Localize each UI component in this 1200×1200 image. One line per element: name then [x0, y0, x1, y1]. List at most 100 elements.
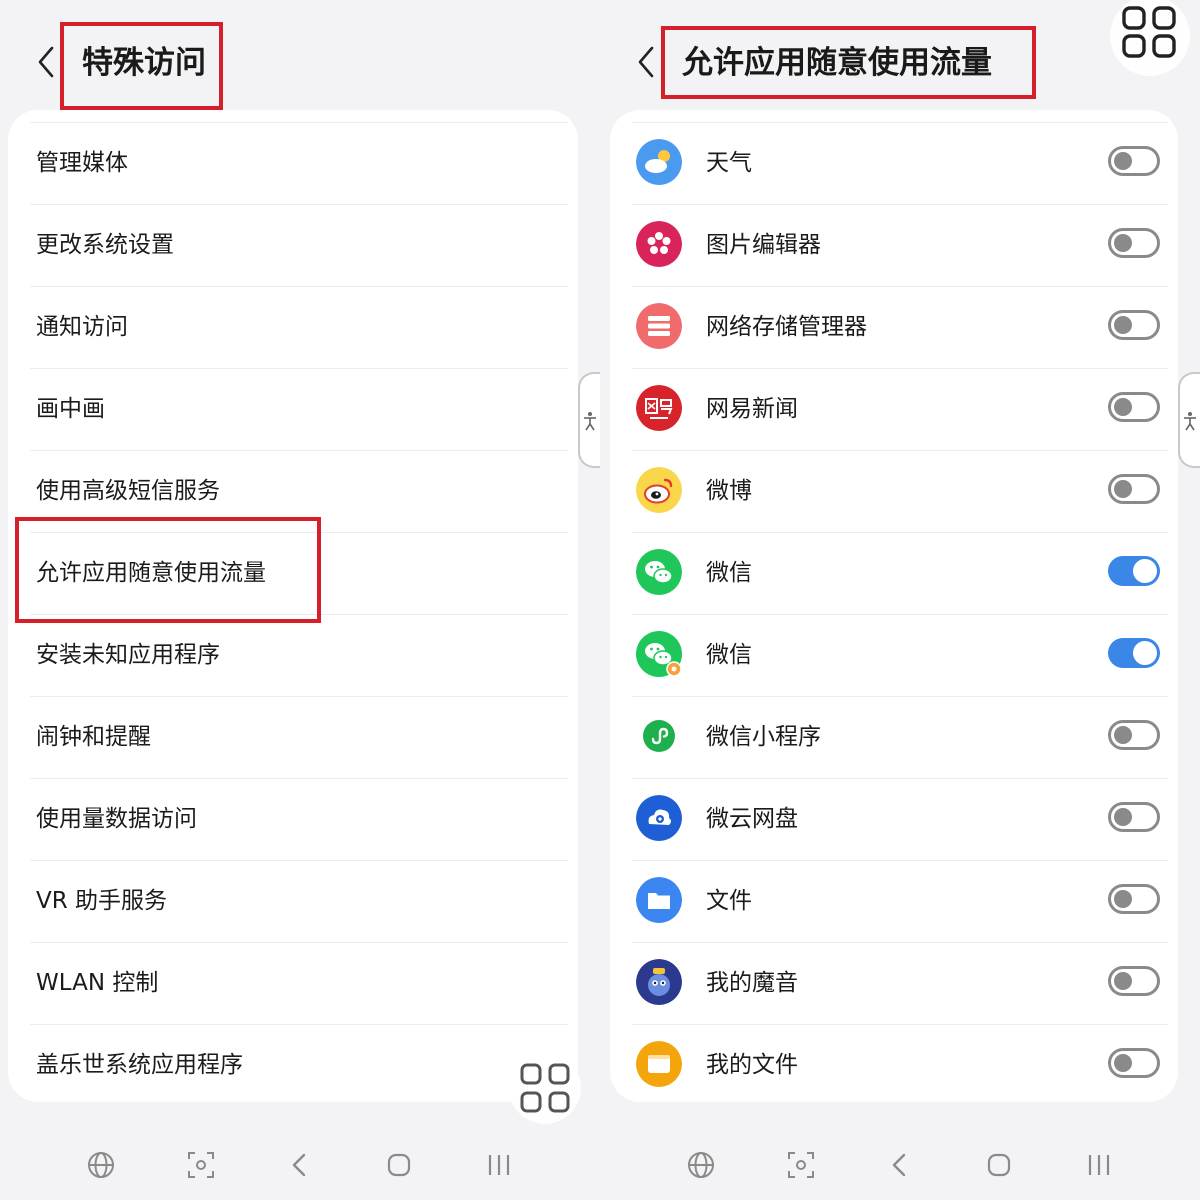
network-storage-app-icon	[636, 303, 682, 349]
netease-news-app-icon	[636, 385, 682, 431]
app-data-usage-list: 天气 图片编辑器 网络存储管理器 网易新闻 微博 微信 微信 微信小程序 微云网…	[610, 110, 1178, 1102]
menu-item-modify-system-settings[interactable]: 更改系统设置	[8, 204, 578, 286]
app-row-my-files[interactable]: 我的文件	[610, 1024, 1178, 1102]
app-name: 我的文件	[706, 1052, 798, 1078]
recents-button[interactable]	[481, 1147, 517, 1183]
menu-item-label: 盖乐世系统应用程序	[36, 1052, 243, 1078]
data-toggle[interactable]	[1108, 1048, 1160, 1078]
data-toggle[interactable]	[1108, 228, 1160, 258]
screenshot-scan-icon	[788, 1152, 814, 1178]
back-icon	[292, 1153, 306, 1177]
data-toggle[interactable]	[1108, 310, 1160, 340]
menu-item-vr-helper[interactable]: VR 助手服务	[8, 860, 578, 942]
app-row-weibo[interactable]: 微博	[610, 450, 1178, 532]
app-row-wechat-miniprogram[interactable]: 微信小程序	[610, 696, 1178, 778]
home-button[interactable]	[381, 1147, 417, 1183]
data-toggle[interactable]	[1108, 392, 1160, 422]
wechat-app-icon	[636, 549, 682, 595]
home-button[interactable]	[981, 1147, 1017, 1183]
globe-button[interactable]	[83, 1147, 119, 1183]
data-toggle[interactable]	[1108, 802, 1160, 832]
data-toggle[interactable]	[1108, 884, 1160, 914]
recents-icon	[488, 1155, 510, 1175]
menu-item-label: VR 助手服务	[36, 888, 168, 914]
weather-app-icon	[636, 139, 682, 185]
app-row-photo-editor[interactable]: 图片编辑器	[610, 204, 1178, 286]
wechat-miniprogram-app-icon	[636, 713, 682, 759]
data-toggle[interactable]	[1108, 556, 1160, 586]
data-toggle[interactable]	[1108, 146, 1160, 176]
files-app-icon	[636, 877, 682, 923]
data-toggle[interactable]	[1108, 966, 1160, 996]
app-name: 微博	[706, 478, 752, 504]
item-highlight-box	[15, 517, 321, 623]
app-row-network-storage[interactable]: 网络存储管理器	[610, 286, 1178, 368]
app-name: 网络存储管理器	[706, 314, 867, 340]
my-files-app-icon	[636, 1041, 682, 1087]
recents-button[interactable]	[1081, 1147, 1117, 1183]
accessibility-person-icon	[1184, 412, 1196, 431]
nav-back-button[interactable]	[882, 1147, 918, 1183]
app-row-wechat[interactable]: 微信	[610, 532, 1178, 614]
menu-item-label: 使用量数据访问	[36, 806, 197, 832]
menu-item-label: 通知访问	[36, 314, 128, 340]
accessibility-person-icon	[584, 412, 596, 431]
screenshot-scan-icon	[188, 1152, 214, 1178]
edge-panel-handle[interactable]	[578, 372, 600, 468]
app-name: 我的魔音	[706, 970, 798, 996]
back-icon	[892, 1153, 906, 1177]
weibo-app-icon	[636, 467, 682, 513]
special-access-screen: 特殊访问 管理媒体 更改系统设置 通知访问 画中画 使用高级短信服务 允许应用随…	[0, 0, 600, 1200]
menu-item-galaxy-system-apps[interactable]: 盖乐世系统应用程序	[8, 1024, 578, 1102]
menu-item-alarms-reminders[interactable]: 闹钟和提醒	[8, 696, 578, 778]
nav-back-button[interactable]	[282, 1147, 318, 1183]
navigation-bar	[0, 1130, 600, 1200]
title-highlight-box	[60, 22, 223, 110]
app-name: 微信	[706, 642, 752, 668]
app-name: 文件	[706, 888, 752, 914]
title-highlight-box	[661, 26, 1036, 99]
menu-item-label: 更改系统设置	[36, 232, 174, 258]
menu-item-label: 闹钟和提醒	[36, 724, 151, 750]
my-magic-voice-app-icon	[636, 959, 682, 1005]
app-row-netease-news[interactable]: 网易新闻	[610, 368, 1178, 450]
app-name: 微云网盘	[706, 806, 798, 832]
menu-item-wlan-control[interactable]: WLAN 控制	[8, 942, 578, 1024]
app-name: 网易新闻	[706, 396, 798, 422]
menu-item-usage-data-access[interactable]: 使用量数据访问	[8, 778, 578, 860]
menu-item-picture-in-picture[interactable]: 画中画	[8, 368, 578, 450]
photo-editor-app-icon	[636, 221, 682, 267]
app-name: 微信小程序	[706, 724, 821, 750]
home-icon	[387, 1153, 411, 1177]
floating-grid-button[interactable]	[509, 1052, 581, 1124]
menu-item-notification-access[interactable]: 通知访问	[8, 286, 578, 368]
screenshot-button[interactable]	[183, 1147, 219, 1183]
menu-item-manage-media[interactable]: 管理媒体	[8, 122, 578, 204]
floating-grid-button[interactable]	[1110, 0, 1190, 76]
screenshot-button[interactable]	[783, 1147, 819, 1183]
globe-button[interactable]	[683, 1147, 719, 1183]
weiyun-app-icon	[636, 795, 682, 841]
menu-item-label: 安装未知应用程序	[36, 642, 220, 668]
wechat-dual-app-icon	[636, 631, 682, 677]
back-button[interactable]	[632, 40, 662, 84]
grid-apps-icon	[1122, 6, 1176, 58]
app-row-wechat-dual[interactable]: 微信	[610, 614, 1178, 696]
app-name: 微信	[706, 560, 752, 586]
app-row-my-magic-voice[interactable]: 我的魔音	[610, 942, 1178, 1024]
app-name: 图片编辑器	[706, 232, 821, 258]
globe-icon	[688, 1152, 714, 1178]
app-row-weiyun[interactable]: 微云网盘	[610, 778, 1178, 860]
back-button[interactable]	[32, 40, 62, 84]
menu-item-install-unknown-apps[interactable]: 安装未知应用程序	[8, 614, 578, 696]
data-toggle[interactable]	[1108, 720, 1160, 750]
app-row-weather[interactable]: 天气	[610, 122, 1178, 204]
recents-icon	[1088, 1155, 1110, 1175]
chevron-left-icon	[638, 46, 654, 78]
app-name: 天气	[706, 150, 752, 176]
app-row-files[interactable]: 文件	[610, 860, 1178, 942]
data-toggle[interactable]	[1108, 638, 1160, 668]
data-toggle[interactable]	[1108, 474, 1160, 504]
edge-panel-handle[interactable]	[1178, 372, 1200, 468]
menu-item-label: 画中画	[36, 396, 105, 422]
